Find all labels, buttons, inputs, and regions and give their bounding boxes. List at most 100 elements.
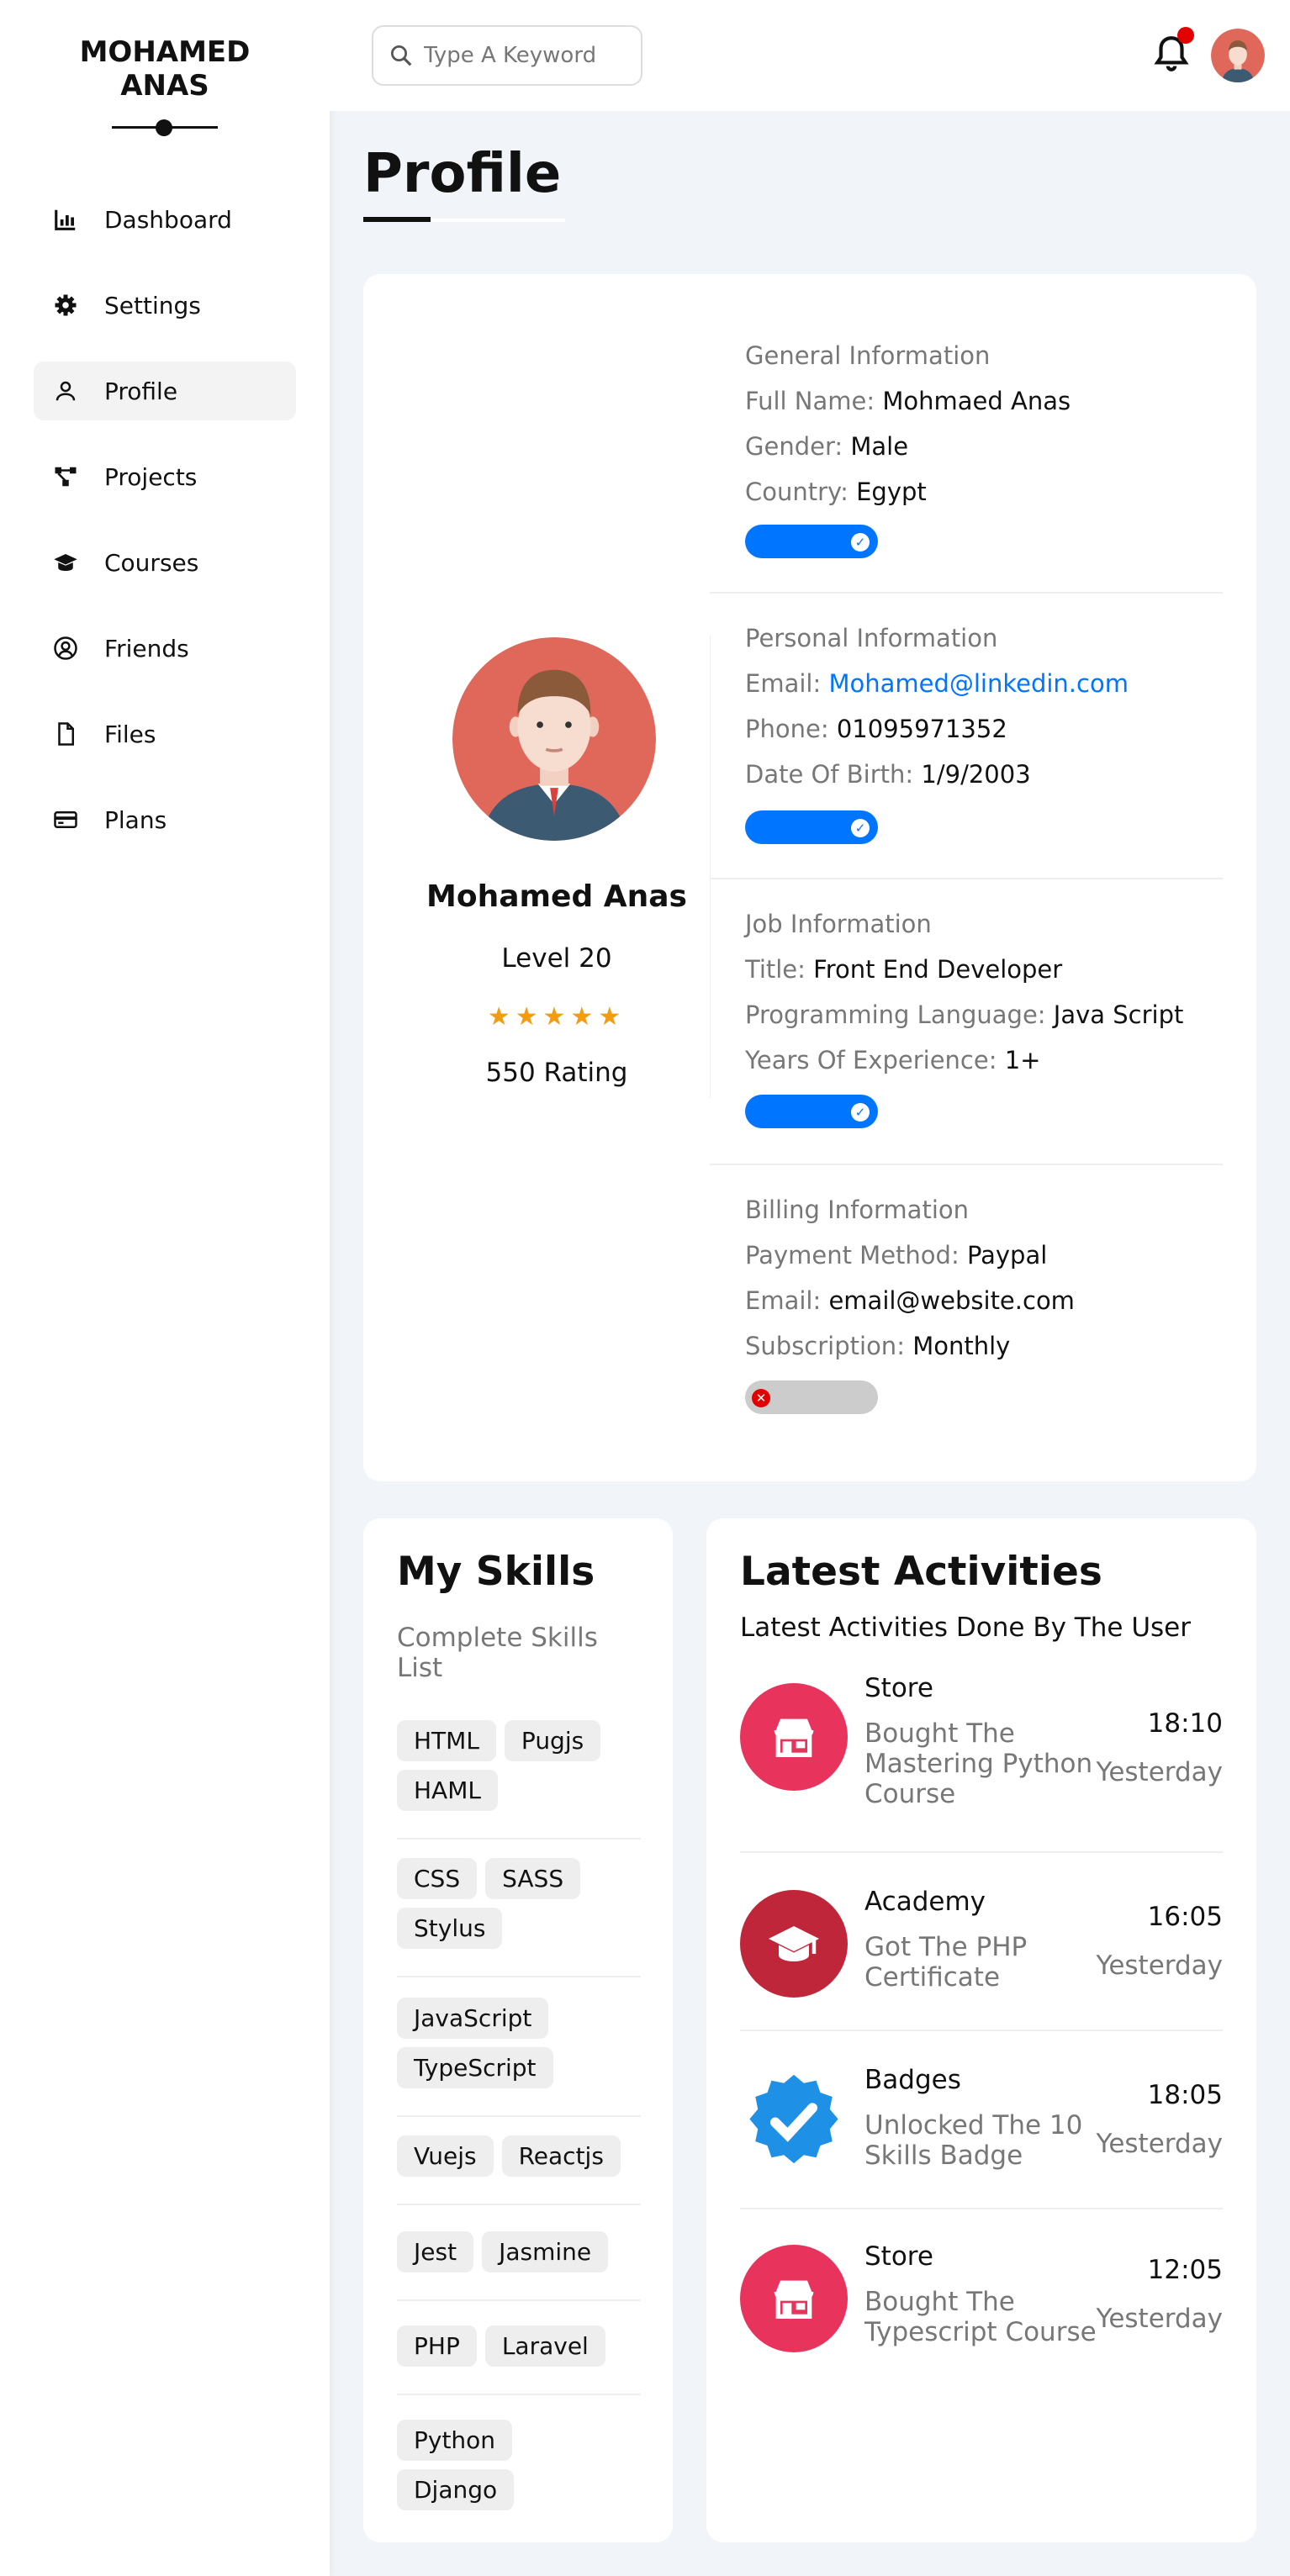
- graduation-cap-icon: [52, 549, 79, 576]
- skill-tag: HAML: [397, 1770, 498, 1811]
- graduation-cap-icon: [740, 1890, 848, 1998]
- page-title: Profile: [363, 143, 562, 205]
- user-icon: [52, 377, 79, 404]
- field-value: 01095971352: [836, 715, 1007, 743]
- field-label: Full Name:: [745, 387, 875, 415]
- activity-item[interactable]: Badges Unlocked The 10 Skills Badge 18:0…: [740, 2031, 1223, 2209]
- gear-icon: [52, 292, 79, 319]
- sidebar-item-plans[interactable]: Plans: [34, 790, 296, 849]
- sidebar-item-friends[interactable]: Friends: [34, 619, 296, 678]
- sidebar-item-label: Settings: [104, 291, 201, 319]
- dob-row: Date Of Birth: 1/9/2003: [745, 760, 1031, 789]
- sidebar-item-profile[interactable]: Profile: [34, 362, 296, 420]
- activity-description: Unlocked The 10 Skills Badge: [864, 2110, 1083, 2171]
- skill-group: Vuejs Reactjs: [397, 2135, 641, 2205]
- skill-tag: CSS: [397, 1858, 478, 1899]
- skill-group: CSS SASS Stylus: [397, 1858, 641, 1977]
- field-label: Gender:: [745, 432, 843, 461]
- search-input[interactable]: [424, 43, 626, 68]
- field-value: Egypt: [856, 478, 927, 506]
- sidebar-item-settings[interactable]: Settings: [34, 276, 296, 335]
- skill-tag: JavaScript: [397, 1998, 549, 2039]
- activity-description: Got The PHP Certificate: [864, 1932, 1028, 1993]
- section-title: Billing Information: [745, 1196, 969, 1224]
- store-icon: [740, 1683, 848, 1791]
- skill-tag: Pugjs: [504, 1720, 601, 1761]
- activities-subtitle: Latest Activities Done By The User: [740, 1613, 1191, 1643]
- billing-info-toggle[interactable]: ✕: [745, 1380, 878, 1414]
- profile-summary: Mohamed Anas Level 20 ★★★★★ 550 Rating: [363, 274, 708, 1481]
- general-information-section: General Information Full Name: Mohmaed A…: [710, 274, 1223, 594]
- field-label: Payment Method:: [745, 1241, 960, 1270]
- field-label: Email:: [745, 1286, 822, 1315]
- field-label: Title:: [745, 955, 806, 984]
- email-row: Email: Mohamed@linkedin.com: [745, 669, 1129, 698]
- job-information-section: Job Information Title: Front End Develop…: [710, 879, 1223, 1165]
- skill-tag: HTML: [397, 1720, 496, 1761]
- check-icon: ✓: [851, 1103, 870, 1122]
- activity-name: Academy: [864, 1887, 986, 1917]
- skill-tag: TypeScript: [397, 2047, 553, 2088]
- activity-item[interactable]: Store Bought The Mastering Python Course…: [740, 1670, 1223, 1853]
- sidebar-item-label: Plans: [104, 805, 167, 834]
- sidebar: MOHAMED ANAS Dashboard Settings Profile: [0, 0, 330, 2576]
- skill-group: PHP Laravel: [397, 2325, 641, 2395]
- activity-day: Yesterday: [1096, 2129, 1224, 2159]
- user-circle-icon: [52, 635, 79, 662]
- activity-day: Yesterday: [1096, 2304, 1224, 2334]
- activity-item[interactable]: Store Bought The Typescript Course 12:05…: [740, 2209, 1223, 2388]
- payment-method-row: Payment Method: Paypal: [745, 1241, 1047, 1270]
- activity-description: Bought The Typescript Course: [864, 2287, 1097, 2347]
- field-value: Front End Developer: [813, 955, 1063, 984]
- skill-tag: Laravel: [484, 2325, 605, 2367]
- skill-tag: Reactjs: [501, 2135, 621, 2177]
- notification-dot: [1177, 27, 1194, 44]
- sidebar-item-label: Dashboard: [104, 205, 232, 234]
- personal-information-section: Personal Information Email: Mohamed@link…: [710, 594, 1223, 879]
- brand-title: MOHAMED ANAS: [0, 35, 330, 103]
- sidebar-item-dashboard[interactable]: Dashboard: [34, 190, 296, 249]
- activity-item[interactable]: Academy Got The PHP Certificate 16:05 Ye…: [740, 1853, 1223, 2031]
- skill-tag: Python: [397, 2420, 513, 2461]
- field-value: Java Script: [1053, 1000, 1184, 1029]
- activities-title: Latest Activities: [740, 1549, 1102, 1595]
- diagram-icon: [52, 463, 79, 490]
- skill-tag: PHP: [397, 2325, 477, 2367]
- personal-info-toggle[interactable]: ✓: [745, 810, 878, 844]
- avatar[interactable]: [1211, 29, 1265, 82]
- file-icon: [52, 721, 79, 747]
- skill-tag: Stylus: [397, 1908, 503, 1949]
- store-icon: [740, 2245, 848, 2352]
- search-box[interactable]: [372, 25, 642, 86]
- sidebar-item-projects[interactable]: Projects: [34, 447, 296, 506]
- sidebar-item-label: Friends: [104, 634, 189, 662]
- sidebar-item-label: Profile: [104, 377, 178, 405]
- field-label: Email:: [745, 669, 822, 698]
- close-icon: ✕: [752, 1389, 770, 1407]
- email-link[interactable]: Mohamed@linkedin.com: [828, 669, 1129, 698]
- profile-card: Mohamed Anas Level 20 ★★★★★ 550 Rating G…: [363, 274, 1256, 1481]
- skills-subtitle: Complete Skills List: [397, 1623, 598, 1683]
- field-label: Date Of Birth:: [745, 760, 914, 789]
- top-header: [330, 0, 1290, 111]
- sidebar-item-files[interactable]: Files: [34, 705, 296, 763]
- activity-day: Yesterday: [1096, 1950, 1224, 1981]
- full-name-row: Full Name: Mohmaed Anas: [745, 387, 1071, 415]
- billing-information-section: Billing Information Payment Method: Payp…: [710, 1165, 1223, 1451]
- skill-group: Jest Jasmine: [397, 2231, 641, 2301]
- field-value: Male: [850, 432, 909, 461]
- skill-group: HTML PugjsHAML: [397, 1720, 641, 1840]
- brand-line-1: MOHAMED: [79, 35, 251, 69]
- sidebar-nav: Dashboard Settings Profile Projects Cour…: [34, 190, 296, 876]
- user-level: Level 20: [501, 943, 612, 974]
- section-title: Job Information: [745, 910, 932, 938]
- activity-time: 18:10: [1147, 1708, 1223, 1739]
- field-value: Paypal: [966, 1241, 1048, 1270]
- job-info-toggle[interactable]: ✓: [745, 1095, 878, 1128]
- section-title: General Information: [745, 341, 991, 370]
- country-row: Country: Egypt: [745, 478, 927, 506]
- sidebar-item-courses[interactable]: Courses: [34, 533, 296, 592]
- general-info-toggle[interactable]: ✓: [745, 525, 878, 558]
- activity-day: Yesterday: [1096, 1757, 1224, 1787]
- field-value: 1+: [1004, 1046, 1041, 1074]
